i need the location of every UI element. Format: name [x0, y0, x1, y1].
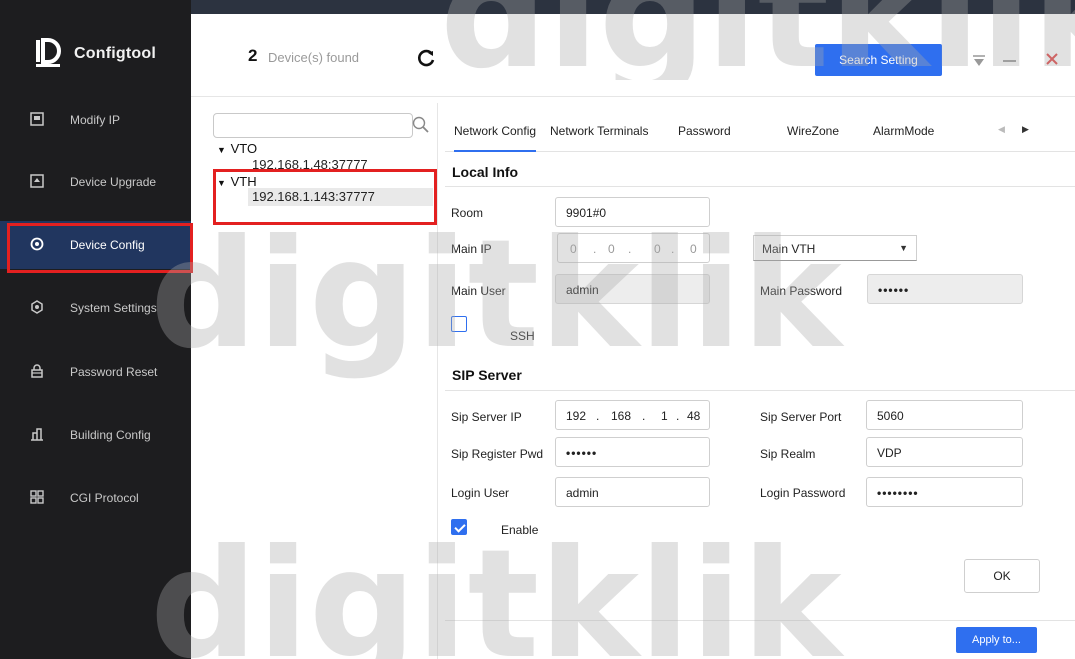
filter-icon[interactable]	[972, 54, 986, 68]
config-icon	[30, 237, 44, 251]
brand: Configtool	[0, 0, 191, 84]
ip-octet: 0	[608, 242, 615, 256]
section-title-local-info: Local Info	[452, 164, 519, 180]
top-bar: 2 Device(s) found Search Setting	[191, 0, 1075, 86]
tab-password[interactable]: Password	[678, 124, 731, 138]
ssh-checkbox[interactable]	[451, 316, 467, 332]
sip-register-pwd-label: Sip Register Pwd	[451, 447, 544, 461]
building-icon	[31, 428, 43, 441]
room-label: Room	[451, 206, 484, 220]
sidebar-item-label: Building Config	[70, 428, 151, 442]
tab-network-config[interactable]: Network Config	[454, 124, 537, 152]
lock-icon	[31, 364, 43, 378]
refresh-icon[interactable]	[416, 48, 436, 68]
sip-realm-label: Sip Realm	[760, 447, 816, 461]
room-input[interactable]: 9901#0	[555, 197, 710, 227]
select-value: Main VTH	[762, 242, 816, 256]
login-user-input[interactable]: admin	[555, 477, 710, 507]
sidebar-item-device-upgrade[interactable]: Device Upgrade	[0, 158, 191, 206]
ip-octet: 48	[687, 409, 701, 423]
tab-wirezone[interactable]: WireZone	[787, 124, 839, 138]
device-count-label: Device(s) found	[268, 50, 360, 65]
sip-realm-input[interactable]: VDP	[866, 437, 1023, 467]
sidebar-item-modify-ip[interactable]: Modify IP	[0, 96, 191, 144]
login-user-label: Login User	[451, 486, 510, 500]
tab-next-icon[interactable]: ▶	[1022, 124, 1029, 135]
ip-dot: .	[593, 242, 597, 256]
tree-group-label: VTO	[230, 141, 258, 156]
caret-down-icon: ▼	[217, 145, 226, 155]
sidebar-item-label: Password Reset	[70, 365, 158, 379]
sidebar-item-label: Modify IP	[70, 113, 121, 127]
logo-icon	[36, 38, 61, 67]
ip-octet: 0	[690, 242, 697, 256]
login-password-input[interactable]: ••••••••	[866, 477, 1023, 507]
divider	[445, 620, 1075, 621]
sip-server-ip-label: Sip Server IP	[451, 410, 522, 424]
selection-highlight	[213, 169, 437, 225]
sidebar-item-system-settings[interactable]: System Settings	[0, 284, 191, 332]
section-title-sip-server: SIP Server	[452, 367, 522, 383]
main-password-label: Main Password	[760, 284, 843, 298]
sidebar-item-label: Device Config	[70, 238, 145, 252]
sidebar-item-cgi-protocol[interactable]: CGI Protocol	[0, 474, 191, 522]
ip-dot: .	[628, 242, 632, 256]
upgrade-icon	[30, 174, 44, 188]
tab-alarmmode[interactable]: AlarmMode	[873, 124, 934, 138]
main-user-input[interactable]: admin	[555, 274, 710, 304]
device-count: 2	[248, 46, 258, 65]
ok-button[interactable]: OK	[964, 559, 1040, 593]
sidebar: Configtool Modify IP Device Upgrade Devi…	[0, 0, 193, 659]
settings-icon	[31, 300, 43, 314]
ssh-label: SSH	[510, 329, 535, 343]
sidebar-item-label: Device Upgrade	[70, 175, 157, 189]
enable-label: Enable	[501, 523, 539, 537]
enable-checkbox[interactable]	[451, 519, 467, 535]
sip-server-port-input[interactable]: 5060	[866, 400, 1023, 430]
sip-server-port-label: Sip Server Port	[760, 410, 842, 424]
main-password-input[interactable]: ••••••	[867, 274, 1023, 304]
search-setting-button[interactable]: Search Setting	[815, 44, 942, 76]
ip-dot: .	[676, 409, 680, 423]
ip-octet: 0	[570, 242, 577, 256]
cgi-icon	[30, 490, 44, 504]
app-title: Configtool	[74, 45, 156, 62]
search-icon[interactable]	[412, 116, 430, 134]
apply-to-button[interactable]: Apply to...	[956, 627, 1037, 653]
chevron-down-icon: ▼	[899, 243, 908, 253]
minimize-icon[interactable]	[1003, 60, 1016, 62]
main-ip-label: Main IP	[451, 242, 492, 256]
ip-dot: .	[642, 409, 646, 423]
main-user-label: Main User	[451, 284, 506, 298]
tab-bar: Network Config Network Terminals Passwor…	[445, 116, 1075, 152]
divider	[445, 186, 1075, 187]
ip-icon	[30, 112, 44, 126]
login-password-label: Login Password	[760, 486, 846, 500]
tree-group-vto[interactable]: ▼ VTO	[217, 141, 257, 156]
main-ip-input[interactable]: 0 . 0 . 0 . 0	[557, 233, 710, 263]
ip-octet: 192	[566, 409, 587, 423]
tree-search-input[interactable]	[213, 113, 413, 138]
divider	[191, 96, 1075, 97]
sip-server-ip-input[interactable]: 192 . 168 . 1 . 48	[555, 400, 710, 430]
ip-dot: .	[671, 242, 675, 256]
close-icon[interactable]	[1044, 51, 1060, 67]
ip-octet: 168	[611, 409, 632, 423]
tab-network-terminals[interactable]: Network Terminals	[550, 124, 648, 138]
sidebar-item-device-config[interactable]: Device Config	[0, 221, 193, 273]
sidebar-item-building-config[interactable]: Building Config	[0, 411, 191, 459]
sidebar-item-label: System Settings	[70, 301, 157, 315]
main-type-select[interactable]: Main VTH ▼	[753, 235, 917, 261]
ip-dot: .	[596, 409, 600, 423]
ip-octet: 1	[661, 409, 668, 423]
divider	[437, 103, 438, 659]
ip-octet: 0	[654, 242, 661, 256]
sidebar-item-label: CGI Protocol	[70, 491, 139, 505]
divider	[445, 390, 1075, 391]
app-window: Configtool Modify IP Device Upgrade Devi…	[0, 0, 1075, 659]
tab-prev-icon[interactable]: ◀	[998, 124, 1005, 135]
sip-register-pwd-input[interactable]: ••••••	[555, 437, 710, 467]
sidebar-item-password-reset[interactable]: Password Reset	[0, 348, 191, 396]
